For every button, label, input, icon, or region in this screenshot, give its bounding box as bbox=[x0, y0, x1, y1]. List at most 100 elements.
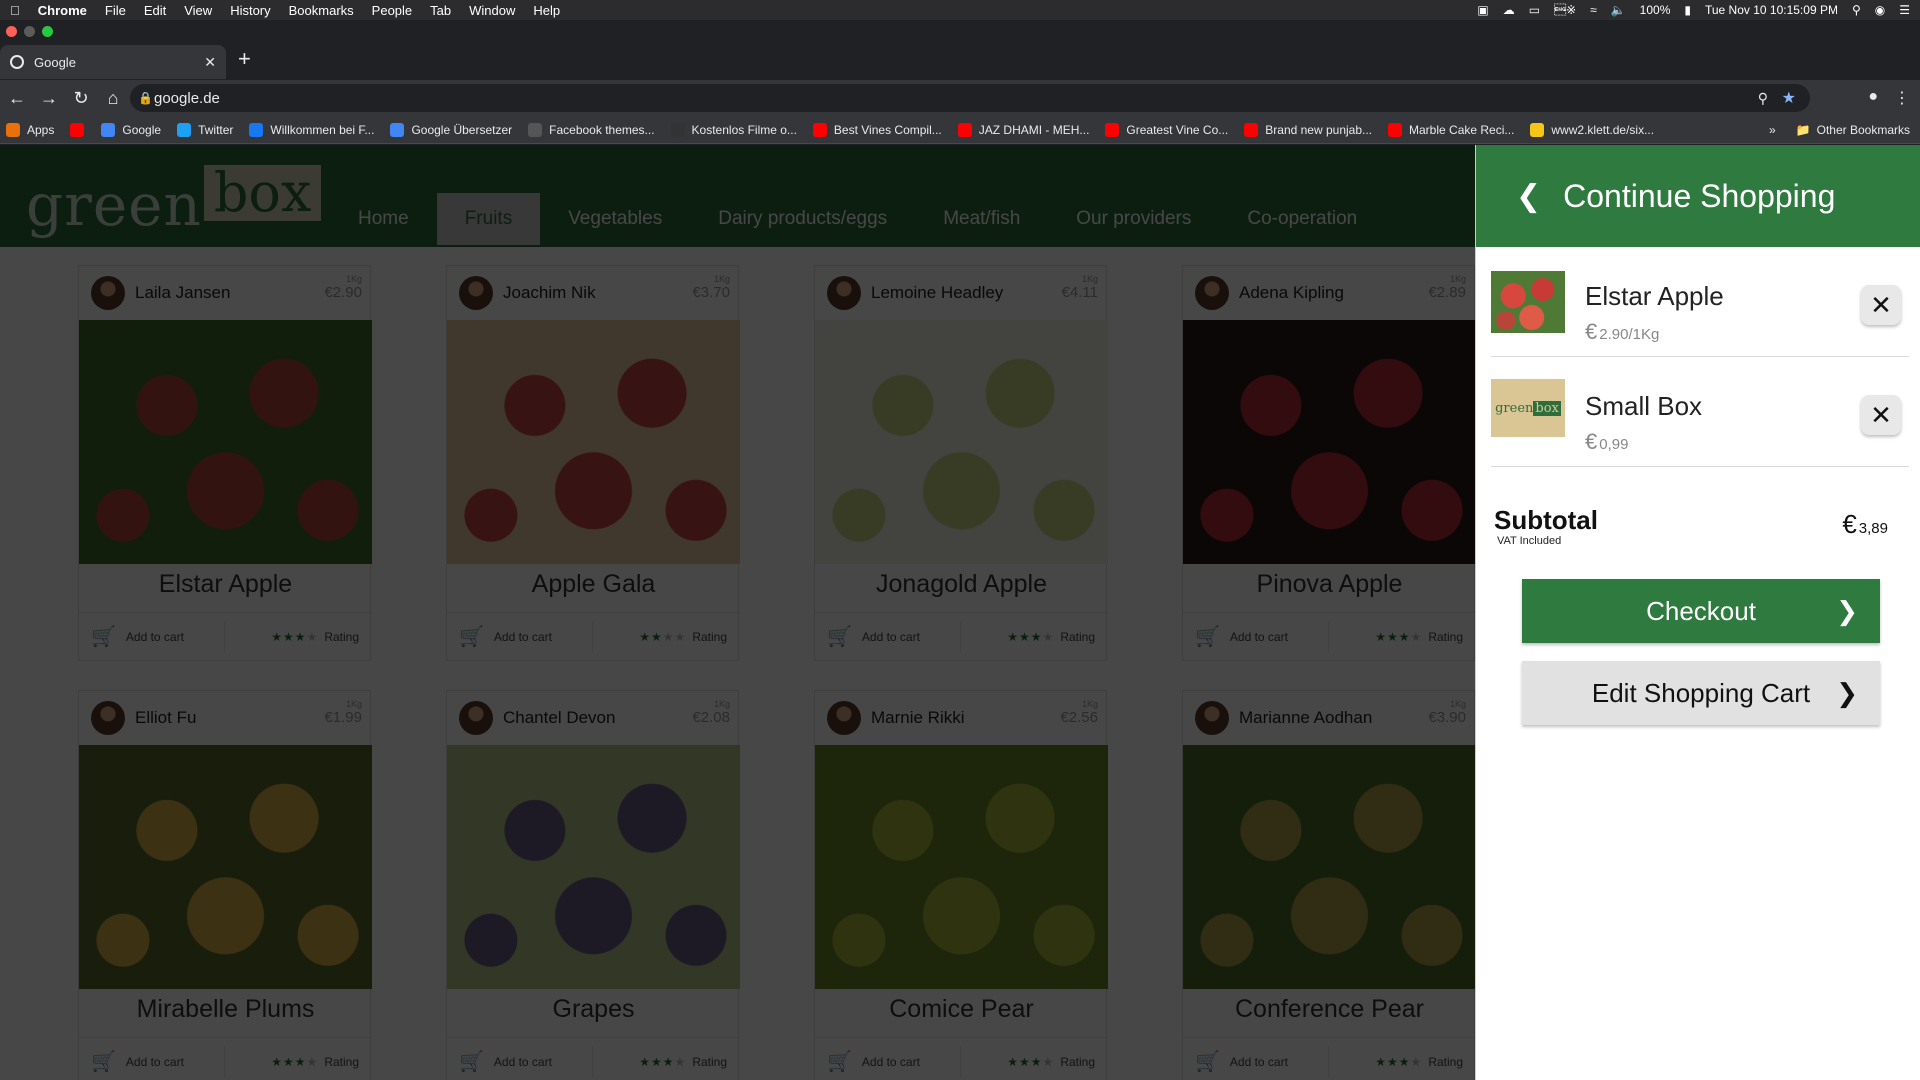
bluetooth-icon[interactable]: ※ bbox=[1554, 3, 1576, 17]
bookmark-item[interactable]: Google bbox=[101, 122, 162, 137]
greenbox-site: green box HomeFruitsVegetablesDairy prod… bbox=[0, 145, 1476, 1080]
bookmark-label: Facebook themes... bbox=[549, 122, 655, 137]
bookmark-label: JAZ DHAMI - MEH... bbox=[978, 122, 1090, 137]
bookmark-label: Apps bbox=[27, 122, 55, 137]
bookmark-label: Google Übersetzer bbox=[411, 122, 513, 137]
bookmark-label: Brand new punjab... bbox=[1265, 122, 1373, 137]
remove-item-button[interactable]: ✕ bbox=[1861, 285, 1901, 325]
m-icon bbox=[670, 122, 685, 137]
bookmark-item[interactable]: Best Vines Compil... bbox=[812, 122, 942, 137]
continue-shopping-label[interactable]: Continue Shopping bbox=[1563, 178, 1835, 215]
youtube-icon bbox=[1105, 122, 1120, 137]
address-url[interactable]: google.de bbox=[154, 90, 220, 107]
facebook-icon bbox=[249, 122, 264, 137]
address-bar[interactable]: 🔒 google.de ⚲ ★ bbox=[130, 84, 1810, 112]
battery-text[interactable]: 100% bbox=[1640, 3, 1671, 17]
checkout-button[interactable]: Checkout ❯ bbox=[1522, 579, 1880, 643]
bookmark-item[interactable]: Facebook themes... bbox=[528, 122, 655, 137]
menu-edit[interactable]: Edit bbox=[144, 3, 166, 18]
profile-avatar[interactable]: ● bbox=[1868, 88, 1878, 108]
remove-item-button[interactable]: ✕ bbox=[1861, 395, 1901, 435]
bookmark-label: www2.klett.de/six... bbox=[1551, 122, 1655, 137]
bookmark-label: Best Vines Compil... bbox=[833, 122, 942, 137]
bookmark-item[interactable]: Marble Cake Reci... bbox=[1388, 122, 1514, 137]
apps-icon bbox=[6, 122, 20, 137]
youtube-icon bbox=[812, 122, 827, 137]
bookmarks-bar: Apps Google Twitter Willkommen bei F... Goog… bbox=[0, 116, 1920, 144]
back-icon[interactable]: ← bbox=[2, 88, 32, 109]
bookmark-item[interactable]: Twitter bbox=[177, 122, 234, 137]
minimize-window-button[interactable] bbox=[24, 26, 35, 37]
cart-item-name: Elstar Apple bbox=[1585, 281, 1724, 311]
new-tab-button[interactable]: + bbox=[238, 46, 251, 72]
bookmark-item[interactable]: Brand new punjab... bbox=[1244, 122, 1373, 137]
tab-title: Google bbox=[34, 54, 76, 70]
edit-cart-label: Edit Shopping Cart bbox=[1591, 677, 1811, 708]
other-bookmarks[interactable]: » 📁 Other Bookmarks bbox=[1769, 123, 1910, 137]
menu-people[interactable]: People bbox=[372, 3, 412, 18]
menu-bar:  Chrome File Edit View History Bookmark… bbox=[0, 0, 1920, 20]
apple-icon[interactable]:  bbox=[10, 3, 20, 18]
bookmark-item[interactable]: Apps bbox=[6, 122, 55, 137]
control-center-icon[interactable]: ☰ bbox=[1899, 3, 1910, 17]
chevron-left-icon[interactable]: ❮ bbox=[1516, 179, 1541, 214]
subtotal-value: €3,89 bbox=[1842, 509, 1888, 539]
tab-strip: Google ✕ + bbox=[0, 20, 1920, 80]
location-icon[interactable]: ⚲ bbox=[1758, 90, 1768, 107]
site-icon bbox=[528, 122, 543, 137]
bookmark-item[interactable]: Google Übersetzer bbox=[390, 122, 513, 137]
bookmark-label: Twitter bbox=[198, 122, 234, 137]
menu-bookmarks[interactable]: Bookmarks bbox=[289, 3, 354, 18]
menu-view[interactable]: View bbox=[184, 3, 212, 18]
bookmark-label: Greatest Vine Co... bbox=[1126, 122, 1229, 137]
bookmark-item[interactable]: Greatest Vine Co... bbox=[1105, 122, 1229, 137]
siri-icon[interactable]: ◉ bbox=[1875, 3, 1885, 17]
bookmark-item[interactable]: Willkommen bei F... bbox=[249, 122, 375, 137]
cart-item-name: Small Box bbox=[1585, 391, 1703, 421]
wifi-icon[interactable]: ≈ bbox=[1590, 3, 1597, 17]
volume-icon[interactable]: 🔈 bbox=[1611, 3, 1626, 17]
menu-tab[interactable]: Tab bbox=[430, 3, 451, 18]
bookmark-item[interactable]: www2.klett.de/six... bbox=[1530, 122, 1655, 137]
forward-icon[interactable]: → bbox=[34, 88, 64, 109]
browser-toolbar: ← → ↻ ⌂ 🔒 google.de ⚲ ★ ● ⋮ bbox=[0, 80, 1920, 116]
close-tab-icon[interactable]: ✕ bbox=[204, 54, 216, 71]
lock-icon[interactable]: 🔒 bbox=[138, 91, 153, 105]
klett-icon bbox=[1530, 122, 1545, 137]
folder-icon: 📁 bbox=[1795, 122, 1811, 137]
clock[interactable]: Tue Nov 10 10:15:09 PM bbox=[1705, 3, 1838, 17]
menu-window[interactable]: Window bbox=[469, 3, 515, 18]
spotlight-icon[interactable]: ⚲ bbox=[1852, 3, 1861, 17]
chevron-right-icon: ❯ bbox=[1836, 677, 1858, 708]
translate-icon bbox=[390, 122, 405, 137]
bookmark-star-icon[interactable]: ★ bbox=[1782, 88, 1796, 108]
menu-app-name[interactable]: Chrome bbox=[38, 3, 87, 18]
close-window-button[interactable] bbox=[6, 26, 17, 37]
bookmark-label: Willkommen bei F... bbox=[270, 122, 375, 137]
home-icon[interactable]: ⌂ bbox=[98, 88, 128, 109]
menu-history[interactable]: History bbox=[230, 3, 270, 18]
menu-help[interactable]: Help bbox=[533, 3, 560, 18]
twitter-icon bbox=[177, 122, 192, 137]
reload-icon[interactable]: ↻ bbox=[66, 88, 96, 109]
google-favicon-icon bbox=[10, 55, 24, 69]
notification-icon[interactable]: ▣ bbox=[1477, 3, 1488, 17]
bookmark-item[interactable]: JAZ DHAMI - MEH... bbox=[957, 122, 1090, 137]
continue-shopping-header[interactable]: ❮ Continue Shopping bbox=[1476, 145, 1920, 247]
browser-menu-icon[interactable]: ⋮ bbox=[1894, 88, 1910, 108]
airplay-icon[interactable]: ▭ bbox=[1529, 3, 1540, 17]
creative-cloud-icon[interactable]: ☁ bbox=[1503, 3, 1515, 17]
more-bookmarks-icon[interactable]: » bbox=[1769, 123, 1776, 137]
modal-overlay[interactable] bbox=[0, 145, 1475, 1080]
battery-icon[interactable]: ▮ bbox=[1684, 3, 1691, 17]
fullscreen-window-button[interactable] bbox=[42, 26, 53, 37]
tab-google[interactable]: Google ✕ bbox=[0, 45, 226, 79]
bookmark-label: Google bbox=[122, 122, 162, 137]
edit-shopping-cart-button[interactable]: Edit Shopping Cart ❯ bbox=[1522, 661, 1880, 725]
bookmark-item[interactable]: Kostenlos Filme o... bbox=[670, 122, 797, 137]
youtube-icon bbox=[957, 122, 972, 137]
menu-file[interactable]: File bbox=[105, 3, 126, 18]
small-box-thumbnail: green box bbox=[1491, 379, 1565, 437]
checkout-label: Checkout bbox=[1646, 595, 1756, 626]
bookmark-item[interactable] bbox=[70, 122, 91, 137]
